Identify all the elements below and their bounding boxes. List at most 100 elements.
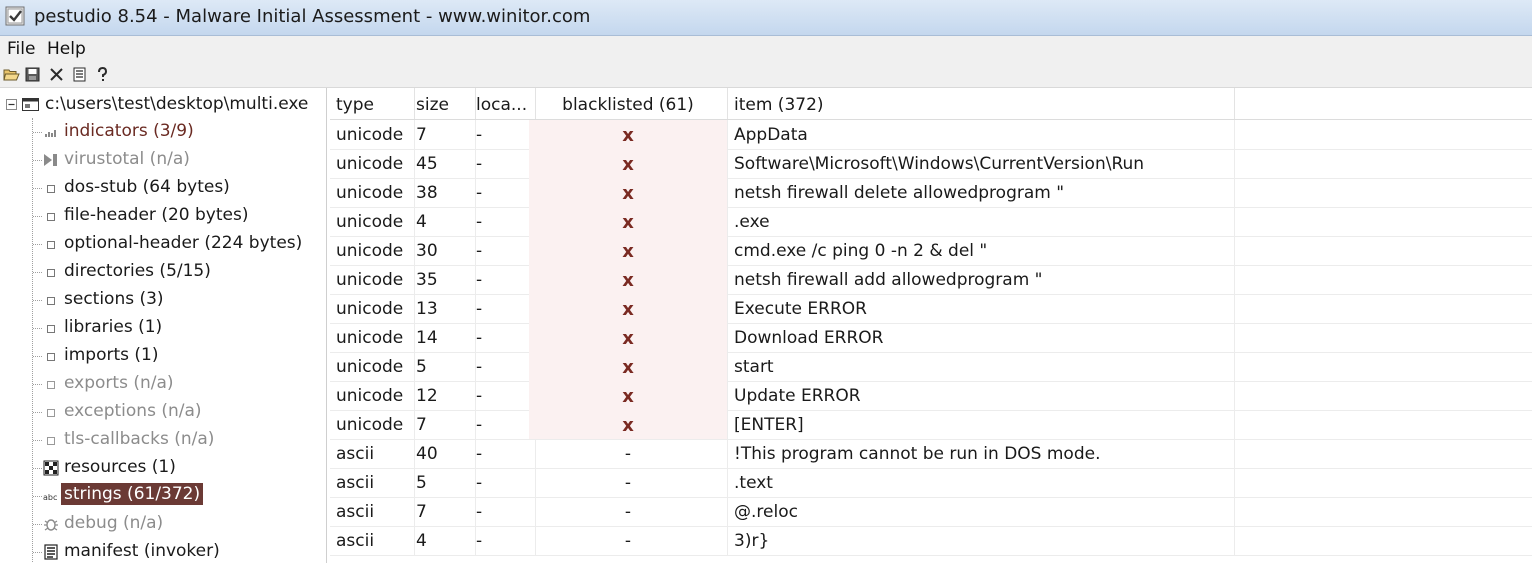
blacklisted-mark: x [622, 270, 634, 291]
toolbar [0, 62, 1532, 88]
tree-item-manifest[interactable]: manifest (invoker) [0, 538, 326, 563]
tree-item-label: libraries (1) [64, 317, 163, 337]
table-row[interactable]: unicode 30- x cmd.exe /c ping 0 -n 2 & del … [330, 236, 1532, 266]
cell-size: 7 [409, 410, 476, 439]
table-row[interactable]: unicode 7- x AppData [330, 120, 1532, 150]
cell-empty [1229, 236, 1532, 265]
cell-blacklisted: x [529, 236, 728, 265]
cell-blacklisted: x [529, 178, 728, 207]
tree-item-debug[interactable]: debug (n/a) [0, 510, 326, 538]
table-row[interactable]: unicode 35- x netsh firewall add allowedpro… [330, 265, 1532, 295]
tree-item-label: exports (n/a) [64, 373, 174, 393]
tree-item-label: manifest (invoker) [64, 541, 220, 561]
tree-item-label: strings (61/372) [61, 483, 204, 505]
tree-item-indicators[interactable]: indicators (3/9) [0, 118, 326, 146]
node-icon [47, 269, 55, 277]
cell-size: 4 [409, 526, 476, 555]
cell-type: unicode [330, 178, 415, 207]
table-row[interactable]: unicode 45- x Software\Microsoft\Windows\Cu… [330, 149, 1532, 179]
cell-empty [1229, 207, 1532, 236]
table-row[interactable]: unicode 38- x netsh firewall delete allowed… [330, 178, 1532, 208]
strings-table: type size loca... blacklisted (61) item … [330, 88, 1532, 563]
document-icon[interactable] [71, 66, 88, 83]
tree-root[interactable]: c:\users\test\desktop\multi.exe [0, 92, 326, 118]
menu-help[interactable]: Help [47, 39, 86, 59]
tree-item-directories[interactable]: directories (5/15) [0, 258, 326, 286]
tree-item-libraries[interactable]: libraries (1) [0, 314, 326, 342]
tree-item-file-header[interactable]: file-header (20 bytes) [0, 202, 326, 230]
tree-item-dos-stub[interactable]: dos-stub (64 bytes) [0, 174, 326, 202]
tree-item-strings[interactable]: abc strings (61/372) [0, 482, 326, 510]
cell-item: 3)r} [728, 526, 1235, 555]
save-icon[interactable] [24, 66, 41, 83]
blacklisted-mark: x [622, 328, 634, 349]
tree-item-resources[interactable]: resources (1) [0, 454, 326, 482]
help-icon[interactable] [94, 66, 111, 83]
table-row[interactable]: unicode 13- x Execute ERROR [330, 294, 1532, 324]
node-icon [47, 409, 55, 417]
cell-blacklisted: x [529, 120, 728, 149]
tree-item-exports[interactable]: exports (n/a) [0, 370, 326, 398]
cell-empty [1229, 323, 1532, 352]
tree-item-virustotal[interactable]: virustotal (n/a) [0, 146, 326, 174]
menu-file[interactable]: File [7, 39, 35, 59]
node-icon [47, 185, 55, 193]
table-row[interactable]: ascii 7- - @.reloc [330, 497, 1532, 527]
cell-empty [1229, 352, 1532, 381]
tree-item-label: file-header (20 bytes) [64, 205, 249, 225]
column-header-location[interactable]: loca... [469, 88, 536, 119]
tree-item-optional-header[interactable]: optional-header (224 bytes) [0, 230, 326, 258]
title-bar: pestudio 8.54 - Malware Initial Assessme… [0, 0, 1532, 36]
column-header-item[interactable]: item (372) [728, 88, 1235, 119]
table-row[interactable]: ascii 40- - !This program cannot be run in … [330, 439, 1532, 469]
tree-root-label: c:\users\test\desktop\multi.exe [45, 94, 309, 114]
cell-type: unicode [330, 149, 415, 178]
cell-blacklisted: - [529, 526, 728, 555]
cell-location: - [469, 381, 536, 410]
cell-type: unicode [330, 265, 415, 294]
column-header-blacklisted[interactable]: blacklisted (61) [529, 88, 728, 119]
tree-item-exceptions[interactable]: exceptions (n/a) [0, 398, 326, 426]
cell-item: [ENTER] [728, 410, 1235, 439]
cell-size: 35 [409, 265, 476, 294]
cell-type: unicode [330, 323, 415, 352]
manifest-icon [44, 544, 58, 560]
blacklisted-mark: x [622, 212, 634, 233]
table-row[interactable]: unicode 4- x .exe [330, 207, 1532, 237]
tree-item-sections[interactable]: sections (3) [0, 286, 326, 314]
column-header-type[interactable]: type [330, 88, 415, 119]
window-title: pestudio 8.54 - Malware Initial Assessme… [34, 6, 591, 27]
table-row[interactable]: unicode 14- x Download ERROR [330, 323, 1532, 353]
table-row[interactable]: unicode 5- x start [330, 352, 1532, 382]
blacklisted-mark: x [622, 154, 634, 175]
cell-empty [1229, 439, 1532, 468]
column-header-size[interactable]: size [409, 88, 476, 119]
cell-empty [1229, 294, 1532, 323]
open-folder-icon[interactable] [3, 66, 20, 83]
table-row[interactable]: ascii 4- -3)r} [330, 526, 1532, 556]
cell-blacklisted: - [529, 468, 728, 497]
table-row[interactable]: unicode 7- x [ENTER] [330, 410, 1532, 440]
cell-location: - [469, 468, 536, 497]
tree-item-label: resources (1) [64, 457, 176, 477]
cell-location: - [469, 526, 536, 555]
tree-item-tls-callbacks[interactable]: tls-callbacks (n/a) [0, 426, 326, 454]
node-icon [47, 437, 55, 445]
svg-text:abc: abc [43, 493, 57, 502]
blacklisted-mark: x [622, 357, 634, 378]
cell-size: 14 [409, 323, 476, 352]
table-row[interactable]: ascii 5- - .text [330, 468, 1532, 498]
node-icon [47, 353, 55, 361]
cell-location: - [469, 352, 536, 381]
collapse-icon[interactable] [6, 99, 17, 110]
cell-empty [1229, 468, 1532, 497]
column-header-empty [1229, 88, 1532, 119]
tree-item-imports[interactable]: imports (1) [0, 342, 326, 370]
cell-location: - [469, 497, 536, 526]
cell-empty [1229, 149, 1532, 178]
cell-item: AppData [728, 120, 1235, 149]
cell-location: - [469, 120, 536, 149]
tree-item-label: directories (5/15) [64, 261, 211, 281]
close-icon[interactable] [48, 66, 65, 83]
table-row[interactable]: unicode 12- x Update ERROR [330, 381, 1532, 411]
